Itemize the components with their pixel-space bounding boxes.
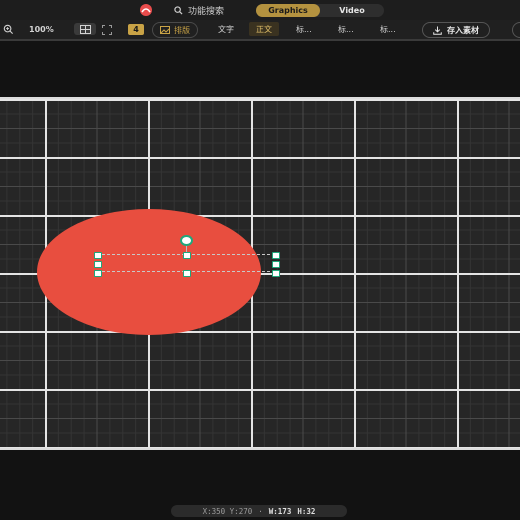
- download-icon: [433, 25, 442, 35]
- tab-heading-2[interactable]: 标...: [338, 20, 354, 39]
- grid-icon: [79, 24, 91, 34]
- resize-handle-bottom[interactable]: [183, 270, 191, 277]
- selection-height: H:32: [297, 506, 316, 516]
- red-ellipse-shape[interactable]: [37, 209, 261, 335]
- resize-handle-top[interactable]: [183, 252, 191, 259]
- tab-heading-1[interactable]: 标...: [296, 20, 312, 39]
- tab-body[interactable]: 正文: [249, 22, 279, 36]
- search-label: 功能搜索: [188, 6, 225, 17]
- function-search[interactable]: 功能搜索: [174, 3, 224, 17]
- search-icon: [174, 5, 183, 15]
- status-separator: ·: [258, 506, 263, 516]
- save-to-assets-button[interactable]: 存入素材: [422, 22, 490, 38]
- zoom-level[interactable]: 100%: [29, 20, 54, 39]
- more-button[interactable]: [512, 22, 520, 38]
- image-icon: [160, 26, 170, 34]
- resize-handle-top-left[interactable]: [94, 252, 102, 259]
- resize-handle-top-right[interactable]: [272, 252, 280, 259]
- resize-handle-bottom-right[interactable]: [272, 270, 280, 277]
- layout-button[interactable]: 排版: [152, 22, 198, 38]
- resize-handle-right[interactable]: [272, 261, 280, 268]
- app-logo-icon: [140, 4, 152, 16]
- grid-toggle-button[interactable]: [74, 23, 96, 35]
- page-count-badge[interactable]: 4: [128, 24, 144, 35]
- fit-screen-icon[interactable]: [102, 20, 112, 39]
- rotation-handle[interactable]: [180, 235, 193, 246]
- mode-toggle[interactable]: Graphics Video: [256, 4, 384, 17]
- mode-graphics-button[interactable]: Graphics: [256, 4, 320, 17]
- top-bar: 功能搜索 Graphics Video: [0, 0, 520, 20]
- resize-handle-bottom-left[interactable]: [94, 270, 102, 277]
- layout-label: 排版: [174, 25, 190, 35]
- status-bar: X:350 Y:270 · W:173 H:32: [171, 505, 347, 517]
- selection-width: W:173: [268, 506, 292, 516]
- tab-heading-3[interactable]: 标...: [380, 20, 396, 39]
- mode-video-button[interactable]: Video: [320, 4, 384, 17]
- cursor-coords: X:350 Y:270: [202, 506, 253, 516]
- tab-text[interactable]: 文字: [218, 20, 234, 39]
- zoom-icon[interactable]: [3, 20, 14, 39]
- editor-toolbar: 100% 4 排版 文字 正文 标... 标... 标... 存入素材: [0, 20, 520, 41]
- save-label: 存入素材: [447, 25, 479, 35]
- resize-handle-left[interactable]: [94, 261, 102, 268]
